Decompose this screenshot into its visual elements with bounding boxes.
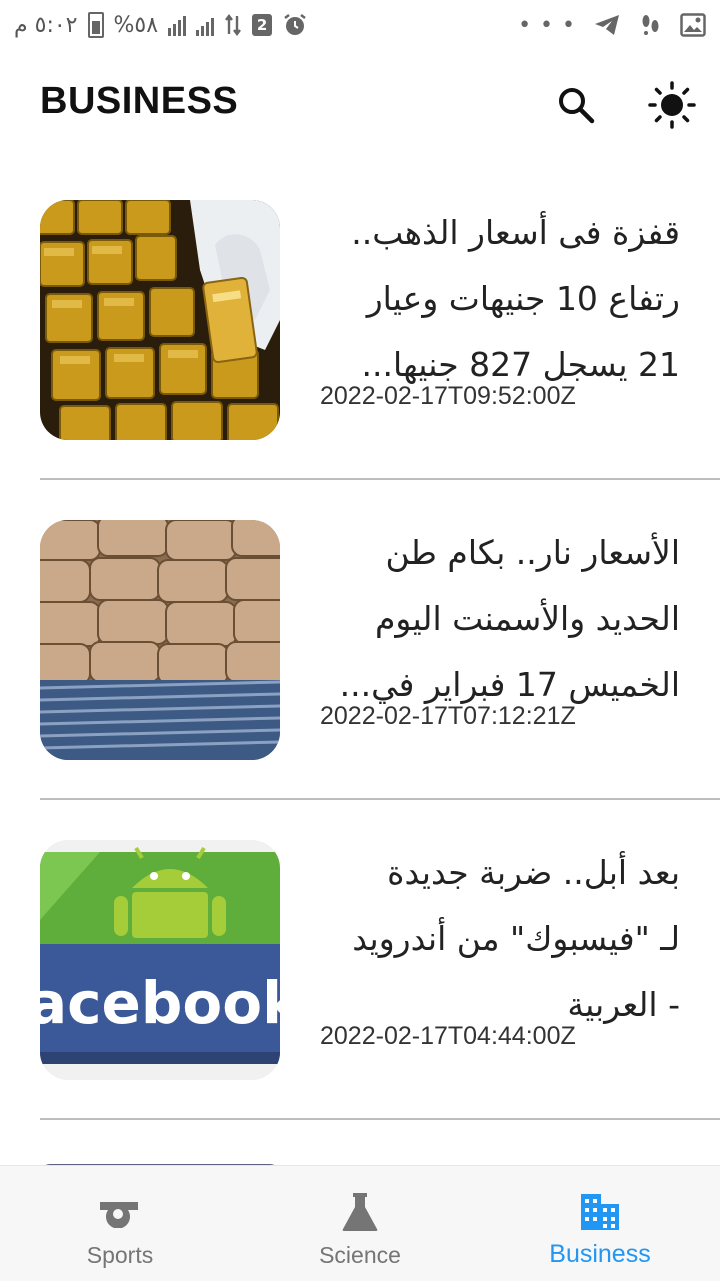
news-headline: الأسعار نار.. بكام طن الحديد والأسمنت ال… bbox=[339, 533, 680, 704]
signal-icon bbox=[168, 14, 187, 36]
search-icon bbox=[559, 88, 595, 124]
data-arrows-icon bbox=[224, 14, 242, 36]
news-timestamp: 2022-02-17T07:12:21Z bbox=[320, 702, 576, 730]
svg-text:acebook: acebook bbox=[40, 969, 280, 1037]
app-bar: BUSINESS bbox=[0, 50, 720, 160]
sun-icon bbox=[648, 81, 696, 129]
battery-icon bbox=[87, 12, 104, 38]
nav-label: Science bbox=[319, 1242, 401, 1268]
news-headline: بعد أبل.. ضربة جديدة لـ "فيسبوك" من أندر… bbox=[352, 853, 680, 1024]
news-list: قفزة فى أسعار الذهب.. رتفاع 10 جنيهات وع… bbox=[0, 160, 720, 1120]
notification-count-badge: 2 bbox=[252, 14, 273, 36]
nav-item-business[interactable]: Business bbox=[480, 1166, 720, 1281]
bottom-navigation: Sports Science Business bbox=[0, 1165, 720, 1281]
search-button[interactable] bbox=[546, 75, 606, 135]
footsteps-icon bbox=[638, 13, 662, 37]
status-right: • • • bbox=[518, 10, 706, 40]
business-building-icon bbox=[576, 1190, 624, 1234]
news-thumbnail: acebook bbox=[40, 840, 280, 1080]
news-timestamp: 2022-02-17T04:44:00Z bbox=[320, 1022, 576, 1050]
nav-label: Sports bbox=[86, 1242, 154, 1268]
status-bar: ٥:٠٢ م %٥٨ 2 • • • bbox=[0, 0, 720, 50]
news-headline: قفزة فى أسعار الذهب.. رتفاع 10 جنيهات وع… bbox=[351, 213, 680, 384]
status-time: ٥:٠٢ م bbox=[14, 12, 78, 38]
news-thumbnail bbox=[40, 200, 280, 440]
news-item[interactable]: acebook بعد أبل.. ضربة جديدة لـ "فيسبوك"… bbox=[40, 800, 720, 1120]
nav-item-science[interactable]: Science bbox=[240, 1166, 480, 1281]
flask-icon bbox=[336, 1190, 384, 1234]
theme-toggle-button[interactable] bbox=[642, 75, 702, 135]
more-dots-icon: • • • bbox=[518, 12, 576, 38]
page-title: BUSINESS bbox=[40, 80, 239, 122]
whistle-icon bbox=[96, 1190, 144, 1234]
telegram-icon bbox=[594, 14, 620, 36]
news-item[interactable]: الأسعار نار.. بكام طن الحديد والأسمنت ال… bbox=[40, 480, 720, 800]
alarm-icon bbox=[282, 12, 308, 38]
status-left: ٥:٠٢ م %٥٨ 2 bbox=[14, 10, 308, 40]
signal-2-icon bbox=[196, 14, 215, 36]
gallery-icon bbox=[680, 13, 706, 37]
nav-item-sports[interactable]: Sports bbox=[0, 1166, 240, 1281]
news-timestamp: 2022-02-17T09:52:00Z bbox=[320, 382, 576, 410]
news-thumbnail bbox=[40, 520, 280, 760]
news-item[interactable]: قفزة فى أسعار الذهب.. رتفاع 10 جنيهات وع… bbox=[40, 160, 720, 480]
battery-percent: %٥٨ bbox=[113, 12, 159, 38]
nav-label: Business bbox=[549, 1240, 651, 1268]
